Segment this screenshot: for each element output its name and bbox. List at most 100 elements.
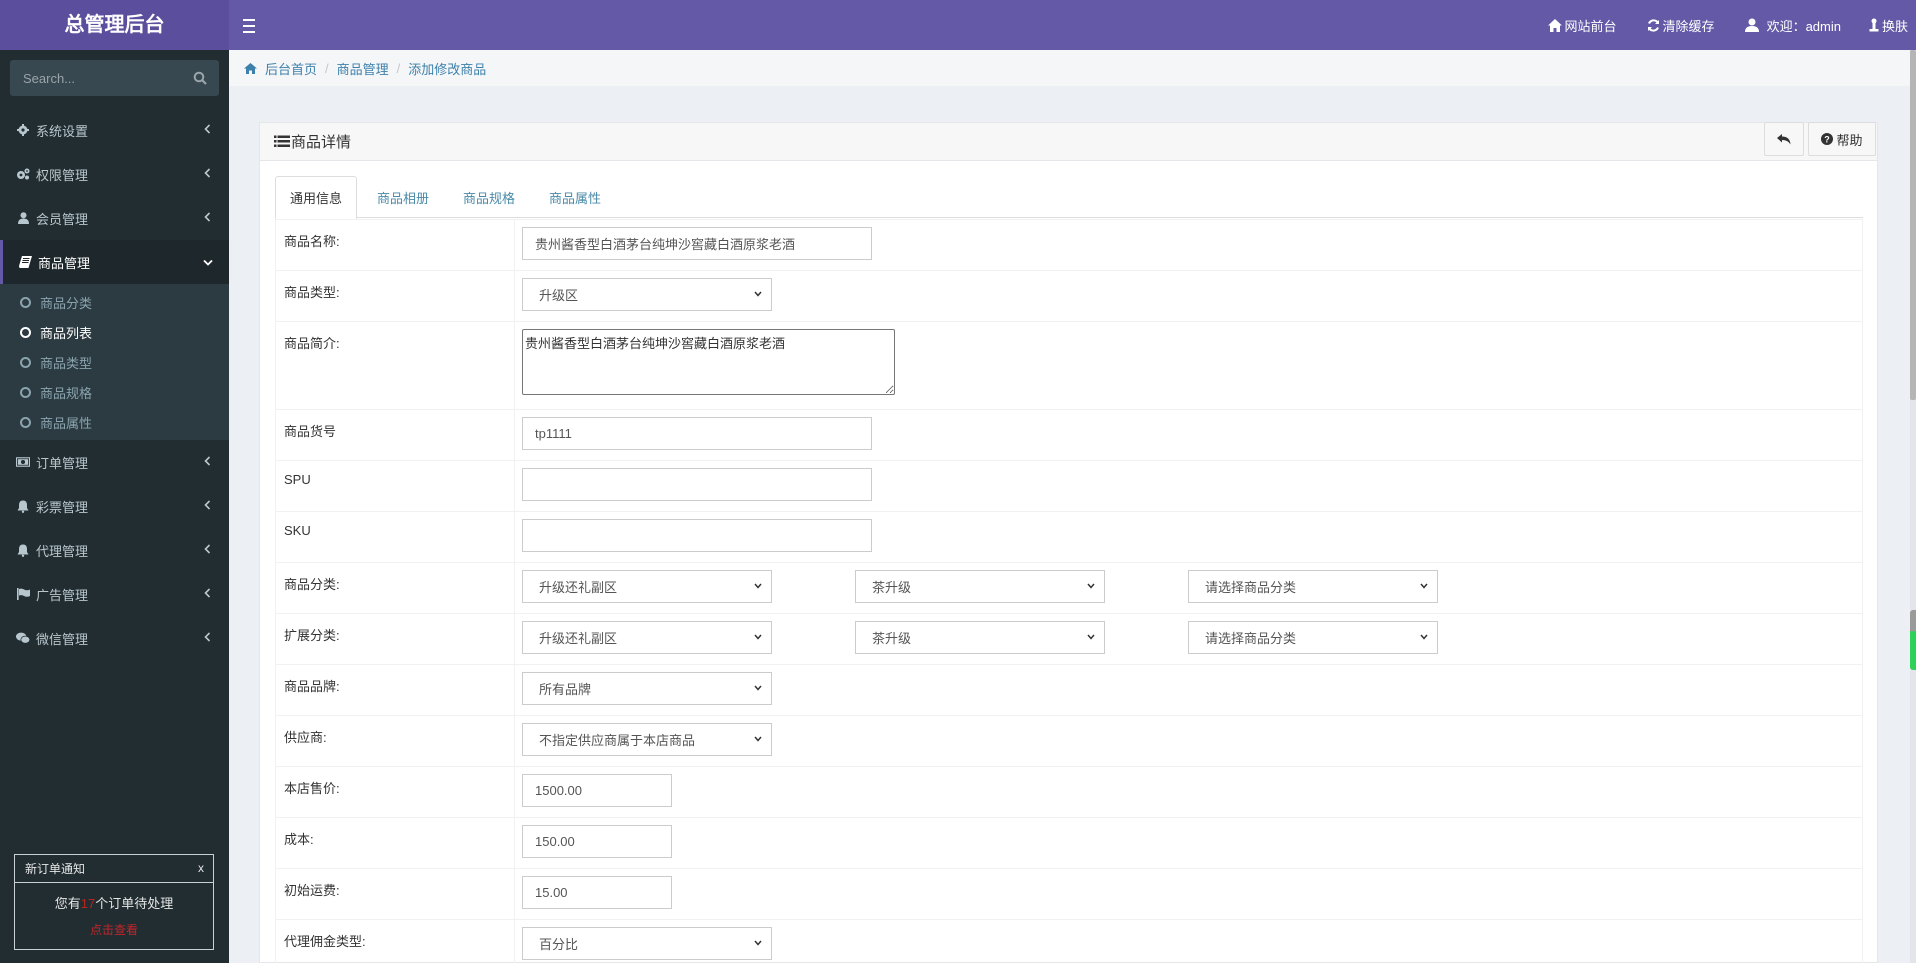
spu-input[interactable] [522,468,872,501]
breadcrumb-product-management[interactable]: 商品管理 [337,59,389,78]
category-level1-select[interactable]: 升级还礼副区 [522,570,772,603]
search-icon[interactable] [193,71,207,85]
commission-type-select[interactable]: 百分比 [522,927,772,960]
form-row-shop-price: 本店售价: [275,766,1863,818]
form-row-type: 商品类型: 升级区 [275,270,1863,322]
sidebar-item-ads[interactable]: 广告管理 [0,572,229,616]
sidebar-search [10,60,219,96]
tab-product-attribute[interactable]: 商品属性 [535,176,615,218]
form-row-intro: 商品简介: 贵州酱香型白酒茅台纯坤沙窖藏白酒原浆老酒 [275,321,1863,410]
bell-icon [17,500,29,513]
field-label: 供应商: [275,715,515,767]
sidebar-item-products[interactable]: 商品管理 [0,240,229,284]
submenu-item-product-list[interactable]: 商品列表 [0,317,229,347]
sku-input[interactable] [522,519,872,552]
chevron-down-icon [1420,583,1428,589]
help-button[interactable]: ? 帮助 [1808,122,1876,156]
field-label: 商品类型: [275,270,515,322]
book-icon [18,256,32,268]
sidebar-item-wechat[interactable]: 微信管理 [0,616,229,660]
cost-input[interactable] [522,825,672,858]
sidebar-item-label: 广告管理 [36,587,89,603]
chevron-left-icon [204,212,211,222]
product-name-input[interactable] [522,227,872,260]
tab-product-spec[interactable]: 商品规格 [449,176,529,218]
submenu-item-product-type[interactable]: 商品类型 [0,347,229,377]
sidebar-menu: 系统设置 权限管理 会员管理 商品管理 商品分类 商品列表 商品类型 商品规格 … [0,108,229,660]
form-row-name: 商品名称: [275,219,1863,271]
flag-icon [16,588,30,600]
sidebar-item-agents[interactable]: 代理管理 [0,528,229,572]
submenu-item-label: 商品属性 [40,415,93,431]
website-frontend-link[interactable]: 网站前台 [1547,16,1617,35]
form-row-sku: SKU [275,511,1863,563]
sidebar-search-input[interactable] [10,60,219,96]
notification-suffix: 个订单待处理 [95,896,174,911]
sidebar-item-label: 权限管理 [36,167,89,183]
app-title[interactable]: 总管理后台 [0,0,229,50]
tab-general-info[interactable]: 通用信息 [275,176,358,219]
page-scrollbar-thumb[interactable] [1910,50,1916,400]
menu-toggle-icon[interactable] [243,15,257,35]
submenu-item-label: 商品规格 [40,385,93,401]
select-value: 升级区 [539,288,579,303]
field-label: 代理佣金类型: [275,919,515,963]
ext-category-level3-select[interactable]: 请选择商品分类 [1188,621,1438,654]
sidebar-item-lottery[interactable]: 彩票管理 [0,484,229,528]
product-intro-textarea[interactable]: 贵州酱香型白酒茅台纯坤沙窖藏白酒原浆老酒 [522,329,895,395]
field-label: SKU [275,511,515,563]
breadcrumb-separator: / [325,60,329,76]
category-level3-select[interactable]: 请选择商品分类 [1188,570,1438,603]
sidebar-item-label: 系统设置 [36,123,89,139]
select-value: 茶升级 [872,580,912,595]
welcome-user-link[interactable]: 欢迎：admin [1744,16,1841,35]
bell-icon [17,544,29,557]
shipping-fee-input[interactable] [522,876,672,909]
form-row-shipping: 初始运费: [275,868,1863,920]
money-icon [16,457,30,467]
ext-category-level2-select[interactable]: 茶升级 [855,621,1105,654]
reply-icon [1777,133,1791,144]
sidebar-item-permissions[interactable]: 权限管理 [0,152,229,196]
chevron-left-icon [204,500,211,510]
circle-icon [20,416,31,428]
shop-price-input[interactable] [522,774,672,807]
field-label: 成本: [275,817,515,869]
field-label: 商品货号 [275,409,515,461]
clear-cache-link[interactable]: 清除缓存 [1647,16,1715,35]
submenu-item-product-category[interactable]: 商品分类 [0,287,229,317]
submenu-item-product-attribute[interactable]: 商品属性 [0,407,229,437]
field-label: 初始运费: [275,868,515,920]
breadcrumb-current[interactable]: 添加修改商品 [408,59,486,78]
circle-icon [20,356,31,368]
sidebar: 系统设置 权限管理 会员管理 商品管理 商品分类 商品列表 商品类型 商品规格 … [0,50,229,963]
sidebar-item-system-settings[interactable]: 系统设置 [0,108,229,152]
chevron-down-icon [754,634,762,640]
product-sn-input[interactable] [522,417,872,450]
brand-select[interactable]: 所有品牌 [522,672,772,705]
product-type-select[interactable]: 升级区 [522,278,772,311]
user-icon [1744,18,1759,32]
sidebar-item-label: 微信管理 [36,631,89,647]
sidebar-item-label: 订单管理 [36,455,89,471]
submenu-item-product-spec[interactable]: 商品规格 [0,377,229,407]
ext-category-level1-select[interactable]: 升级还礼副区 [522,621,772,654]
top-links: 网站前台 清除缓存 欢迎：admin 换肤 [1518,0,1916,50]
circle-icon [20,386,31,398]
change-skin-link[interactable]: 换肤 [1869,16,1908,35]
notification-close-button[interactable]: x [198,861,204,875]
panel-header: 商品详情 ? 帮助 [260,122,1877,161]
back-button[interactable] [1764,122,1804,156]
field-label: SPU [275,460,515,512]
sidebar-item-orders[interactable]: 订单管理 [0,440,229,484]
side-floating-widget[interactable] [1910,610,1916,670]
view-orders-link[interactable]: 点击查看 [15,921,213,938]
tab-product-album[interactable]: 商品相册 [363,176,443,218]
sidebar-item-members[interactable]: 会员管理 [0,196,229,240]
submenu-item-label: 商品列表 [40,325,93,341]
supplier-select[interactable]: 不指定供应商属于本店商品 [522,723,772,756]
sidebar-item-label: 彩票管理 [36,499,89,515]
form-row-ext-category: 扩展分类: 升级还礼副区 茶升级 请选择商品分类 [275,613,1863,665]
category-level2-select[interactable]: 茶升级 [855,570,1105,603]
breadcrumb-home[interactable]: 后台首页 [265,59,317,78]
